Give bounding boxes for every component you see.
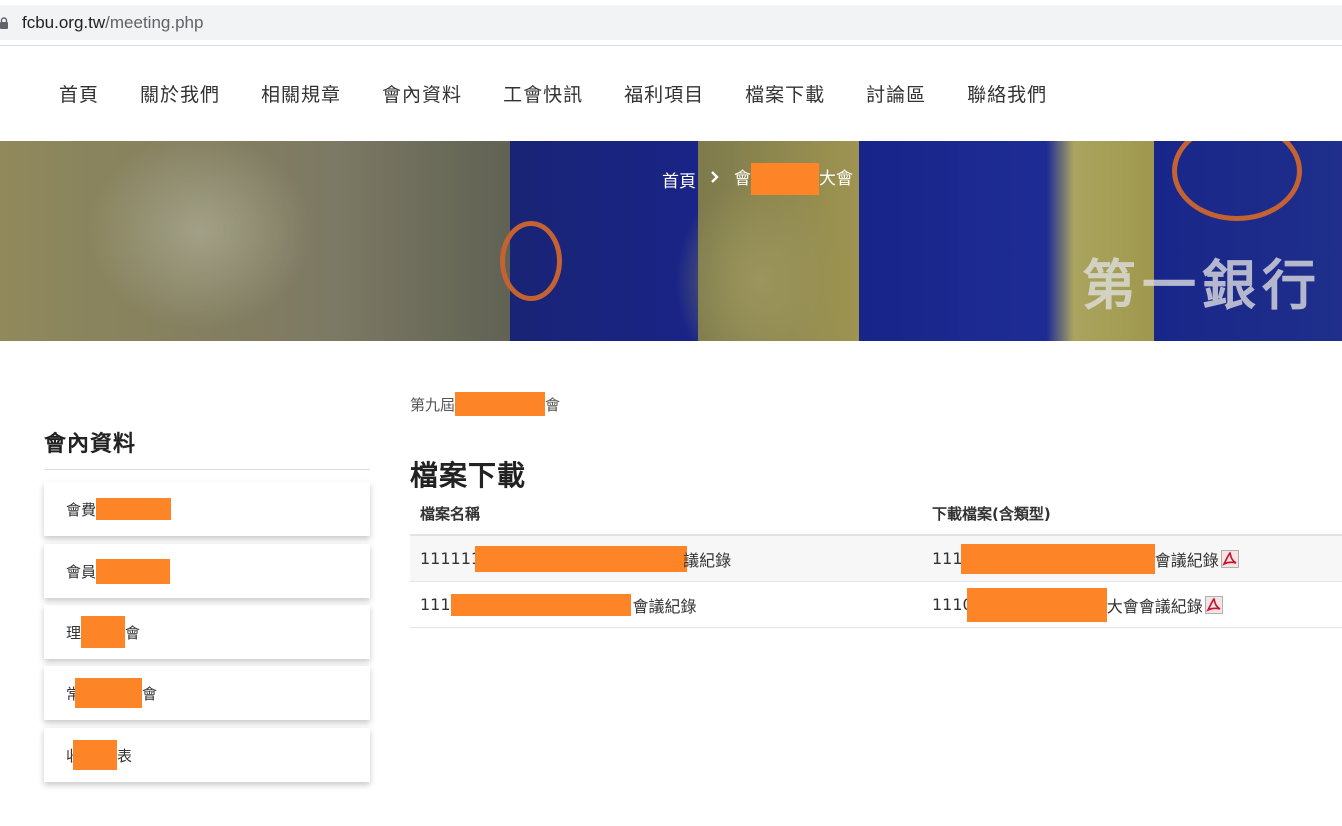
- browser-url-bar: fcbu.org.tw/meeting.php: [0, 0, 1342, 46]
- redaction-block: [450, 593, 631, 616]
- sidebar-item-label-end: 會: [125, 623, 141, 642]
- column-header-download: 下載檔案(含類型): [932, 504, 1051, 523]
- breadcrumb-current: 會 大會: [734, 163, 853, 195]
- nav-item-internal-info[interactable]: 會內資料: [382, 80, 462, 107]
- sidebar-item-label-end: 會: [142, 684, 158, 703]
- url-host: fcbu.org.tw: [22, 12, 106, 32]
- table-row: 111111 議紀錄 1111 會議紀錄: [410, 536, 1342, 582]
- table-row: 111 會議紀錄 1110 大會會議紀錄: [410, 582, 1342, 628]
- file-name-start: 111111: [420, 549, 482, 568]
- url-path: /meeting.php: [105, 12, 204, 32]
- url-text[interactable]: fcbu.org.tw/meeting.php: [22, 13, 203, 33]
- pdf-icon[interactable]: [1204, 595, 1223, 614]
- sidebar-item-label: 理: [66, 623, 82, 642]
- redaction-block: [96, 558, 171, 584]
- sidebar-item-board[interactable]: 理 會: [44, 605, 370, 659]
- redaction-block: [75, 678, 143, 708]
- download-link[interactable]: 1111 會議紀錄: [932, 543, 1239, 574]
- sidebar-item-dues[interactable]: 會費: [44, 482, 370, 536]
- file-name-cell: 111 會議紀錄: [420, 593, 697, 617]
- sidebar-item-forms[interactable]: 收 表: [44, 728, 370, 782]
- pdf-icon[interactable]: [1220, 549, 1239, 568]
- redaction-block: [751, 163, 819, 195]
- lock-icon[interactable]: [0, 16, 8, 29]
- main-nav: 首頁 關於我們 相關規章 會內資料 工會快訊 福利項目 檔案下載 討論區 聯絡我…: [0, 46, 1342, 141]
- download-link-end: 大會會議紀錄: [1106, 596, 1203, 616]
- file-name-start: 111: [420, 595, 451, 614]
- sidebar-item-label-end: 表: [117, 746, 133, 765]
- breadcrumb-current-start: 會: [734, 169, 751, 189]
- nav-item-home[interactable]: 首頁: [59, 80, 99, 107]
- nav-item-benefits[interactable]: 福利項目: [624, 80, 704, 107]
- meeting-subtitle-end: 會: [545, 395, 561, 414]
- hero-banner: 第一銀行工 首頁 會大會: [0, 141, 1342, 341]
- chevron-right-icon: [710, 169, 720, 189]
- sidebar-item-label: 會員: [66, 562, 97, 581]
- redaction-block: [455, 392, 546, 416]
- file-name-end: 會議紀錄: [632, 596, 697, 616]
- sidebar-item-label: 會費: [66, 500, 97, 519]
- download-link[interactable]: 1110 大會會議紀錄: [932, 587, 1223, 622]
- sidebar-divider: [44, 469, 370, 470]
- breadcrumb: 首頁 會 大會: [662, 163, 853, 195]
- redaction-block: [81, 616, 126, 648]
- download-table: 檔案名稱 下載檔案(含類型) 111111 議紀錄 1111 會議紀錄 111 …: [410, 492, 1342, 628]
- page-title: 檔案下載: [410, 459, 527, 492]
- nav-item-about[interactable]: 關於我們: [140, 80, 220, 107]
- table-header: 檔案名稱 下載檔案(含類型): [410, 492, 1342, 536]
- meeting-subtitle: 第九屆 會: [410, 392, 560, 416]
- redaction-block: [73, 740, 118, 770]
- meeting-subtitle-start: 第九屆: [410, 395, 456, 414]
- nav-item-downloads[interactable]: 檔案下載: [745, 80, 825, 107]
- sidebar-title: 會內資料: [44, 432, 137, 457]
- nav-item-forum[interactable]: 討論區: [866, 80, 926, 107]
- file-name-end: 議紀錄: [683, 550, 732, 570]
- download-link-end: 會議紀錄: [1154, 550, 1219, 570]
- redaction-block: [475, 545, 688, 572]
- nav-item-regulations[interactable]: 相關規章: [261, 80, 341, 107]
- redaction-block: [966, 587, 1107, 622]
- file-name-cell: 111111 議紀錄: [420, 545, 732, 572]
- breadcrumb-home[interactable]: 首頁: [662, 167, 696, 192]
- redaction-block: [96, 498, 172, 520]
- address-field[interactable]: fcbu.org.tw/meeting.php: [0, 5, 1342, 40]
- nav-item-contact[interactable]: 聯絡我們: [967, 80, 1047, 107]
- sidebar-item-standing[interactable]: 常 會: [44, 666, 370, 720]
- breadcrumb-current-end: 大會: [819, 169, 853, 189]
- nav-item-news[interactable]: 工會快訊: [503, 80, 583, 107]
- sidebar-item-members[interactable]: 會員: [44, 544, 370, 598]
- redaction-block: [960, 543, 1155, 574]
- column-header-filename: 檔案名稱: [420, 504, 481, 523]
